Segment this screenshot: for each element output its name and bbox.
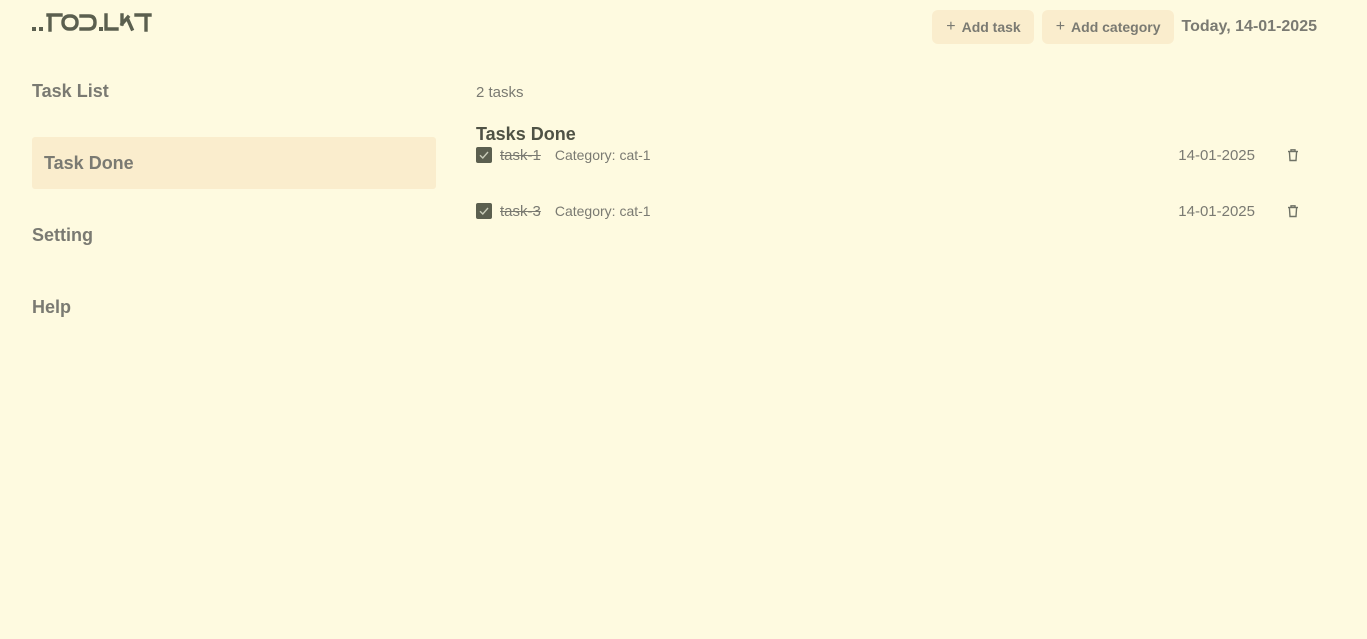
add-task-button[interactable]: + Add task bbox=[932, 10, 1034, 44]
app-logo[interactable] bbox=[32, 10, 156, 36]
delete-task-button[interactable] bbox=[1286, 148, 1300, 162]
app-root: + Add task + Add category Today, 14-01-2… bbox=[0, 0, 1367, 639]
sidebar: Task List Task Done Setting Help bbox=[32, 65, 436, 353]
trash-icon bbox=[1288, 149, 1298, 162]
task-category: Category: cat-1 bbox=[554, 203, 651, 219]
sidebar-item-task-list[interactable]: Task List bbox=[32, 65, 436, 117]
plus-icon: + bbox=[1055, 18, 1066, 35]
task-date: 14-01-2025 bbox=[1178, 146, 1255, 164]
add-category-button[interactable]: + Add category bbox=[1041, 10, 1174, 44]
task-checkbox[interactable] bbox=[476, 203, 492, 219]
add-task-label: Add task bbox=[961, 19, 1021, 35]
sidebar-item-task-done[interactable]: Task Done bbox=[32, 137, 436, 189]
header-actions: + Add task + Add category Today, 14-01-2… bbox=[932, 10, 1317, 44]
task-row: task-3 Category: cat-1 14-01-2025 bbox=[476, 183, 1316, 239]
check-icon bbox=[479, 151, 489, 160]
task-date: 14-01-2025 bbox=[1178, 202, 1255, 220]
delete-task-button[interactable] bbox=[1286, 204, 1300, 218]
sidebar-item-label: Help bbox=[32, 296, 72, 317]
sidebar-item-setting[interactable]: Setting bbox=[32, 209, 436, 261]
task-row: task-1 Category: cat-1 14-01-2025 bbox=[476, 127, 1316, 183]
task-name: task-1 bbox=[500, 146, 541, 164]
sidebar-item-help[interactable]: Help bbox=[32, 281, 436, 333]
sidebar-item-label: Task Done bbox=[44, 152, 134, 173]
task-category: Category: cat-1 bbox=[554, 147, 651, 163]
logo-icon bbox=[32, 13, 152, 32]
main-content: 2 tasks Tasks Done task-1 Category: cat-… bbox=[476, 82, 1316, 239]
task-checkbox[interactable] bbox=[476, 147, 492, 163]
plus-icon: + bbox=[946, 18, 956, 35]
task-count: 2 tasks bbox=[476, 84, 524, 101]
task-list: task-1 Category: cat-1 14-01-2025 task-3… bbox=[476, 127, 1316, 239]
sidebar-item-label: Setting bbox=[32, 224, 93, 245]
trash-icon bbox=[1288, 205, 1298, 218]
sidebar-item-label: Task List bbox=[32, 80, 109, 101]
today-date: Today, 14-01-2025 bbox=[1181, 18, 1317, 35]
check-icon bbox=[479, 207, 489, 216]
add-category-label: Add category bbox=[1071, 19, 1161, 35]
task-name: task-3 bbox=[500, 202, 541, 220]
